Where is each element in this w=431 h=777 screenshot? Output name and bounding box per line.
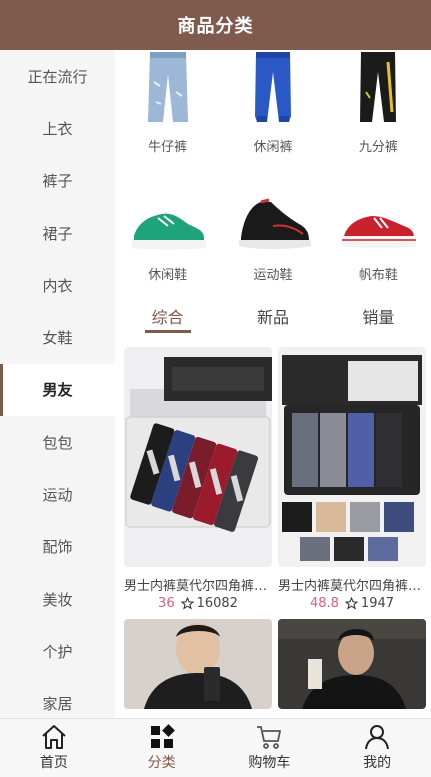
sidebar-item-underwear[interactable]: 内衣 [0,259,115,311]
subcategory-label: 休闲鞋 [148,268,188,283]
sidebar-item-makeup[interactable]: 美妆 [0,573,115,625]
sidebar-item-label: 内衣 [42,276,73,295]
sort-tab-label: 销量 [362,308,395,327]
black-running-shoe-image [233,182,313,252]
jeans-image [128,52,208,124]
home-icon [42,725,66,749]
black-pants-image [338,52,418,124]
star-icon [180,597,194,610]
tab-category[interactable]: 分类 [108,719,216,777]
product-image[interactable] [278,619,426,709]
product-card[interactable]: 男士内裤莫代尔四角裤男平角裤 36 16082 [124,347,272,611]
sort-tab-label: 新品 [256,308,289,327]
product-image[interactable] [124,619,272,709]
product-image[interactable] [278,347,426,567]
sidebar-item-label: 运动 [42,486,73,505]
tab-new[interactable]: 新品 [220,295,325,337]
sidebar-item-womens-shoes[interactable]: 女鞋 [0,311,115,363]
tab-label: 首页 [39,755,68,771]
subcategory-label: 帆布鞋 [358,268,398,283]
sidebar-item-bags[interactable]: 包包 [0,416,115,468]
sidebar-item-label: 女鞋 [42,329,73,348]
subcategory-label: 九分裤 [358,140,398,155]
product-card[interactable]: 男士内裤莫代尔四角裤男平角裤 48.8 1947 [278,347,426,611]
category-icon [150,724,175,748]
bottom-tabbar: 首页 分类 购物车 我的 [0,718,431,777]
sales-count: 16082 [196,596,238,611]
sidebar-item-label: 家居 [42,695,73,714]
subcategory-casual-pants[interactable]: 休闲裤 [220,50,325,165]
subcategory-canvas-shoes[interactable]: 帆布鞋 [326,165,431,293]
category-sidebar: 正在流行 上衣 裤子 裙子 内衣 女鞋 男友 包包 运动 配饰 美妆 个护 家居 [0,50,115,718]
cart-icon [257,726,282,749]
header: 商品分类 [0,0,431,50]
sidebar-item-label: 裙子 [42,224,73,243]
green-sneaker-image [128,182,208,252]
sidebar-item-personal-care[interactable]: 个护 [0,625,115,677]
sidebar-item-label: 包包 [42,433,73,452]
tab-home[interactable]: 首页 [0,719,108,777]
sidebar-item-skirts[interactable]: 裙子 [0,207,115,259]
main-content: 牛仔裤 休闲裤 九分裤 休闲鞋 运动鞋 帆布鞋 综合 新品 销量 男士内裤莫代尔… [115,50,431,718]
product-grid: 男士内裤莫代尔四角裤男平角裤 36 16082 [115,337,431,709]
subcategory-label: 休闲裤 [253,140,293,155]
product-name: 男士内裤莫代尔四角裤男平角裤 [124,579,272,594]
product-meta: 36 16082 [124,596,272,611]
subcategory-label: 运动鞋 [253,268,293,283]
tab-label: 我的 [363,755,392,771]
sort-tab-label: 综合 [151,308,184,327]
red-canvas-shoe-image [338,182,418,252]
product-card[interactable] [278,619,426,709]
sidebar-item-trending[interactable]: 正在流行 [0,50,115,102]
star-icon [344,597,358,610]
product-sales: 16082 [180,596,238,611]
product-card[interactable] [124,619,272,709]
sidebar-item-sports[interactable]: 运动 [0,468,115,520]
sidebar-item-label: 裤子 [42,172,73,191]
sidebar-item-accessories[interactable]: 配饰 [0,521,115,573]
product-image[interactable] [124,347,272,567]
user-icon [365,725,390,750]
blue-joggers-image [233,52,313,124]
tab-sales[interactable]: 销量 [326,295,431,337]
product-name: 男士内裤莫代尔四角裤男平角裤 [278,579,426,594]
subcategory-label: 牛仔裤 [148,140,188,155]
sidebar-item-label: 美妆 [42,590,73,609]
subcategory-jeans[interactable]: 牛仔裤 [115,50,220,165]
subcategory-cropped-pants[interactable]: 九分裤 [326,50,431,165]
sales-count: 1947 [360,596,395,611]
subcategory-grid: 牛仔裤 休闲裤 九分裤 休闲鞋 运动鞋 帆布鞋 [115,50,431,293]
sidebar-item-home[interactable]: 家居 [0,678,115,718]
sidebar-item-label: 男友 [42,381,73,400]
sort-tabs: 综合 新品 销量 [115,295,431,337]
sidebar-item-label: 上衣 [42,119,73,138]
product-price: 36 [158,596,175,611]
app: 商品分类 正在流行 上衣 裤子 裙子 内衣 女鞋 男友 包包 运动 配饰 美妆 … [0,0,431,777]
tab-profile[interactable]: 我的 [323,719,431,777]
tab-label: 分类 [147,755,176,771]
sidebar-item-label: 正在流行 [27,67,88,86]
page-title: 商品分类 [177,16,254,37]
tab-label: 购物车 [248,755,291,771]
sidebar-item-label: 配饰 [42,538,73,557]
subcategory-casual-shoes[interactable]: 休闲鞋 [115,165,220,293]
sidebar-item-boyfriend[interactable]: 男友 [0,363,115,417]
product-sales: 1947 [344,596,395,611]
sidebar-item-label: 个护 [42,642,73,661]
product-meta: 48.8 1947 [278,596,426,611]
tab-comprehensive[interactable]: 综合 [115,295,220,337]
subcategory-running-shoes[interactable]: 运动鞋 [220,165,325,293]
sidebar-item-pants[interactable]: 裤子 [0,155,115,207]
product-price: 48.8 [309,596,339,611]
tab-cart[interactable]: 购物车 [216,719,324,777]
sidebar-item-tops[interactable]: 上衣 [0,102,115,154]
